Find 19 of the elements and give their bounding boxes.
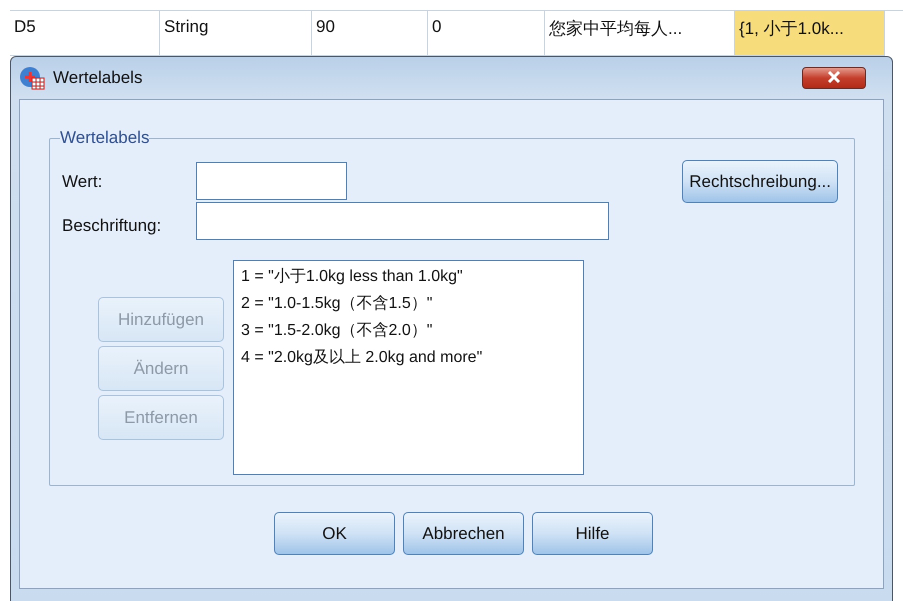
table-icon: [19, 66, 45, 90]
list-item[interactable]: 4 = "2.0kg及以上 2.0kg and more": [241, 348, 576, 368]
input-field[interactable]: [196, 202, 609, 240]
dialog-button[interactable]: OK: [274, 512, 395, 555]
group-title: Wertelabels: [60, 128, 150, 148]
input-field[interactable]: [196, 162, 347, 200]
dialog-button[interactable]: Abbrechen: [403, 512, 524, 555]
list-item[interactable]: 3 = "1.5-2.0kg（不含2.0）": [241, 321, 576, 341]
field-label: Beschriftung:: [62, 216, 162, 236]
field-label: Wert:: [62, 172, 104, 192]
list-item[interactable]: 2 = "1.0-1.5kg（不含1.5）": [241, 294, 576, 314]
list-item[interactable]: 1 = "小于1.0kg less than 1.0kg": [241, 267, 576, 287]
dialog-button[interactable]: Hilfe: [532, 512, 653, 555]
table-cell: {1, 小于1.0k...: [735, 11, 885, 56]
window-title: Wertelabels: [53, 68, 142, 88]
close-icon: [827, 70, 841, 82]
close-button[interactable]: [802, 67, 866, 89]
spelling-button[interactable]: Rechtschreibung...: [682, 160, 838, 203]
list-box[interactable]: 1 = "小于1.0kg less than 1.0kg" 2 = "1.0-1.5kg（不含1.5）" 3 = "1.5-2.0kg（不含2.0）" 4 = "2.0kg及以上 2.0kg and more": [233, 260, 584, 475]
